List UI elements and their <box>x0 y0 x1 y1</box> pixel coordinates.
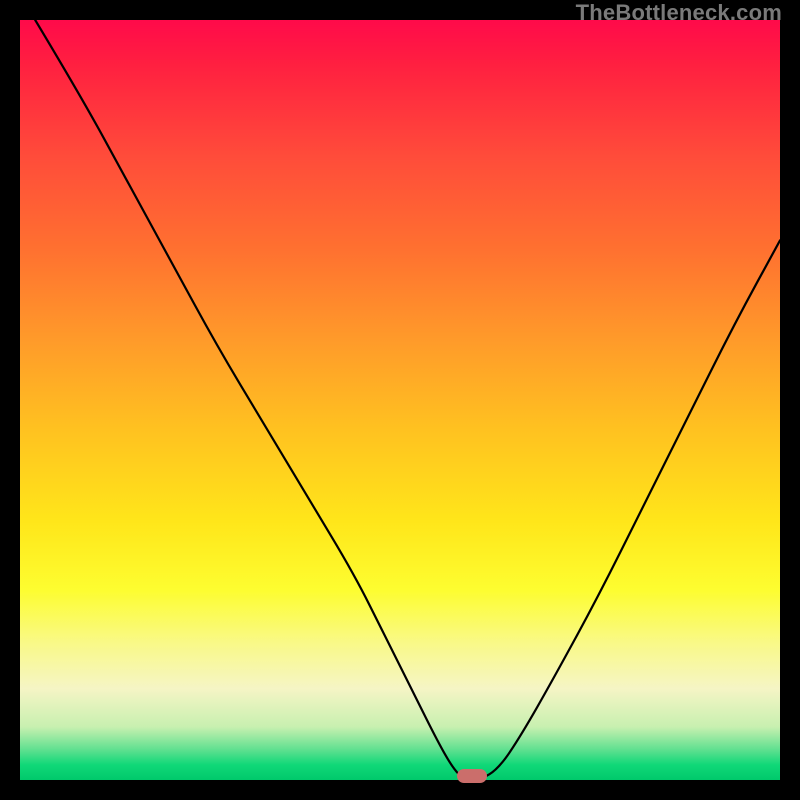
attribution-watermark: TheBottleneck.com <box>576 0 782 26</box>
plot-area <box>20 20 780 780</box>
chart-container: TheBottleneck.com <box>0 0 800 800</box>
optimal-marker <box>457 769 487 783</box>
bottleneck-curve <box>20 20 780 780</box>
